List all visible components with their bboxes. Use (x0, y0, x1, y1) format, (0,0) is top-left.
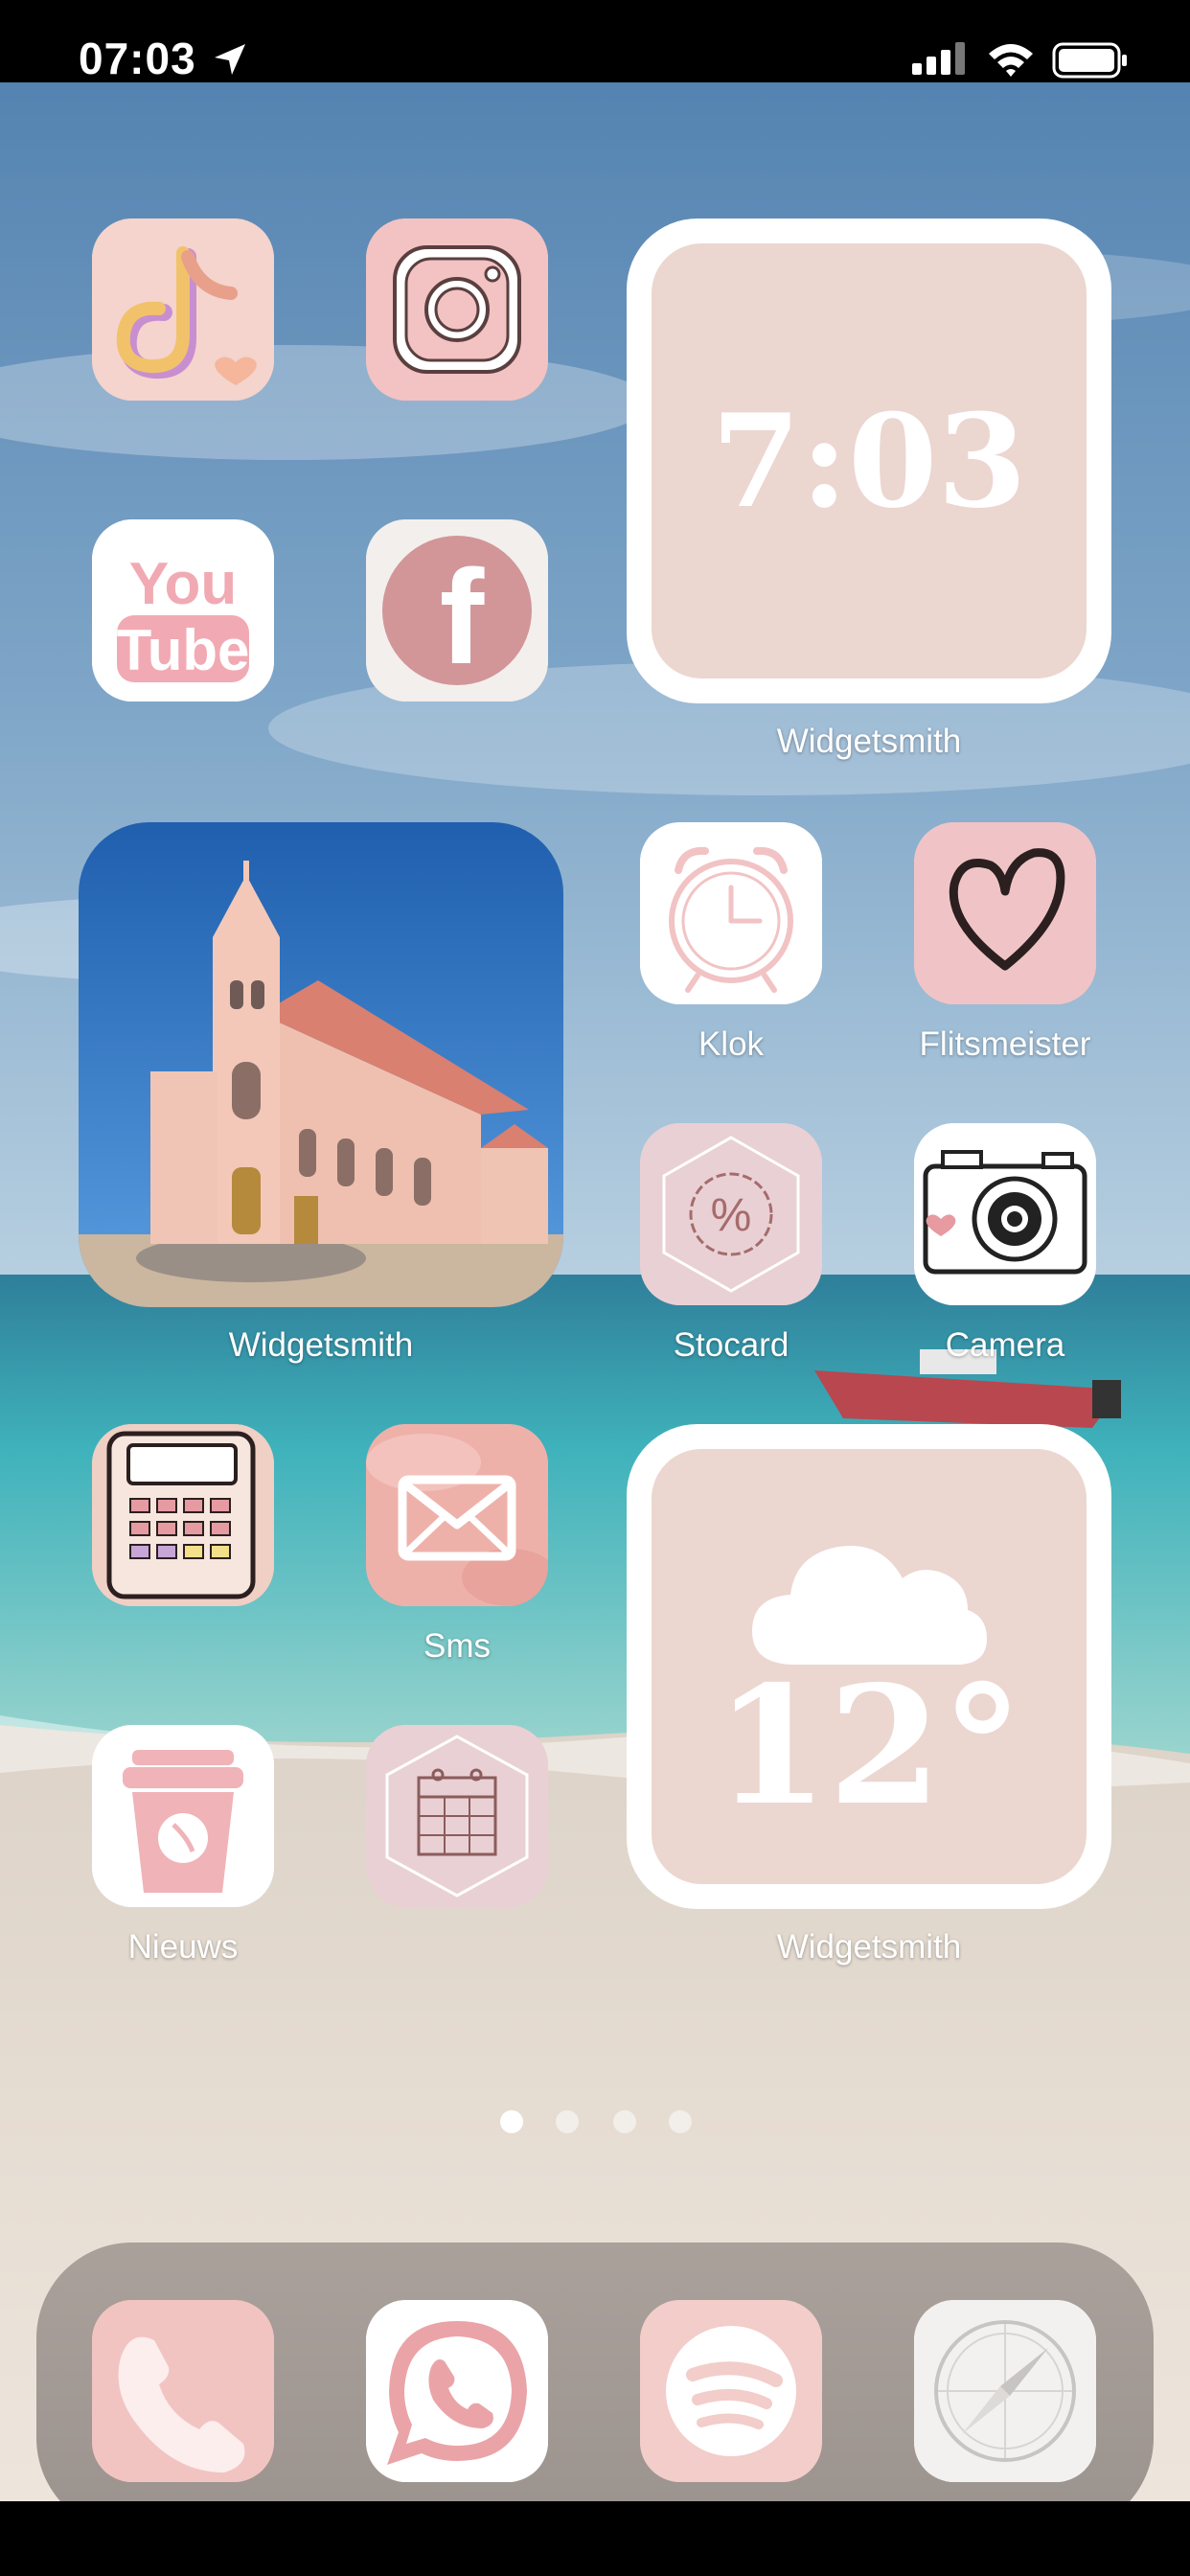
sms-label: Sms (423, 1627, 491, 1665)
instagram-icon (366, 218, 548, 401)
battery-icon (1052, 42, 1127, 79)
page-dot-1[interactable] (500, 2110, 523, 2133)
sms-app[interactable] (366, 1424, 548, 1606)
calendar-icon (366, 1725, 548, 1907)
church-photo (79, 822, 563, 1307)
facebook-icon: f (366, 519, 548, 702)
page-dot-3[interactable] (613, 2110, 636, 2133)
nieuws-label: Nieuws (127, 1928, 239, 1966)
stocard-label: Stocard (673, 1326, 790, 1364)
whatsapp-icon (366, 2300, 548, 2482)
photo-widget-label: Widgetsmith (228, 1326, 414, 1364)
cellular-signal-icon (912, 42, 965, 75)
facebook-app[interactable]: f (366, 519, 548, 702)
weather-temperature: 12° (715, 1650, 1023, 1842)
instagram-app[interactable] (366, 218, 548, 401)
calculator-app[interactable] (92, 1424, 274, 1606)
youtube-icon: You Tube (92, 519, 274, 702)
coffee-cup-icon (92, 1725, 274, 1907)
klok-app[interactable] (640, 822, 822, 1004)
clock-widget[interactable]: 7:03 (627, 218, 1111, 703)
phone-icon (92, 2300, 274, 2482)
alarm-clock-icon (640, 822, 822, 1004)
clock-widget-face: 7:03 (652, 243, 1087, 678)
camera-label: Camera (945, 1326, 1065, 1364)
status-time: 07:03 (79, 34, 196, 83)
nieuws-app[interactable] (92, 1725, 274, 1907)
facebook-logo: f (440, 541, 485, 692)
stocard-logo: % (711, 1190, 752, 1241)
spotify-app[interactable] (640, 2300, 822, 2482)
stocard-app[interactable]: % (640, 1123, 822, 1305)
weather-widget-label: Widgetsmith (776, 1928, 962, 1966)
phone-app[interactable] (92, 2300, 274, 2482)
youtube-logo-line2: Tube (117, 618, 250, 682)
camera-app[interactable] (914, 1123, 1096, 1305)
tiktok-icon (92, 218, 274, 401)
flitsmeister-label: Flitsmeister (919, 1025, 1091, 1063)
tiktok-app[interactable] (92, 218, 274, 401)
home-screen: 07:03 7:03 Widgetsmith You Tube f Widget… (0, 0, 1190, 2576)
compass-icon (914, 2300, 1096, 2482)
page-dot-2[interactable] (556, 2110, 579, 2133)
percent-badge-icon: % (640, 1123, 822, 1305)
calendar-app[interactable] (366, 1725, 548, 1907)
weather-widget[interactable]: 12° (627, 1424, 1111, 1909)
whatsapp-app[interactable] (366, 2300, 548, 2482)
clock-widget-label: Widgetsmith (776, 723, 962, 760)
page-dot-4[interactable] (669, 2110, 692, 2133)
wifi-icon (989, 44, 1033, 77)
spotify-icon (640, 2300, 822, 2482)
safari-app[interactable] (914, 2300, 1096, 2482)
clock-widget-time: 7:03 (711, 385, 1027, 537)
flitsmeister-app[interactable] (914, 822, 1096, 1004)
weather-widget-face: 12° (652, 1449, 1087, 1884)
calculator-icon (92, 1424, 274, 1606)
photo-widget[interactable] (79, 822, 563, 1307)
klok-label: Klok (698, 1025, 765, 1063)
bottom-strip (0, 2501, 1190, 2576)
camera-icon (914, 1123, 1096, 1305)
status-bar: 07:03 (0, 0, 1190, 83)
envelope-icon (366, 1424, 548, 1606)
location-arrow-icon (215, 44, 245, 75)
youtube-logo-line1: You (129, 551, 238, 617)
heart-icon (914, 822, 1096, 1004)
youtube-app[interactable]: You Tube (92, 519, 274, 702)
